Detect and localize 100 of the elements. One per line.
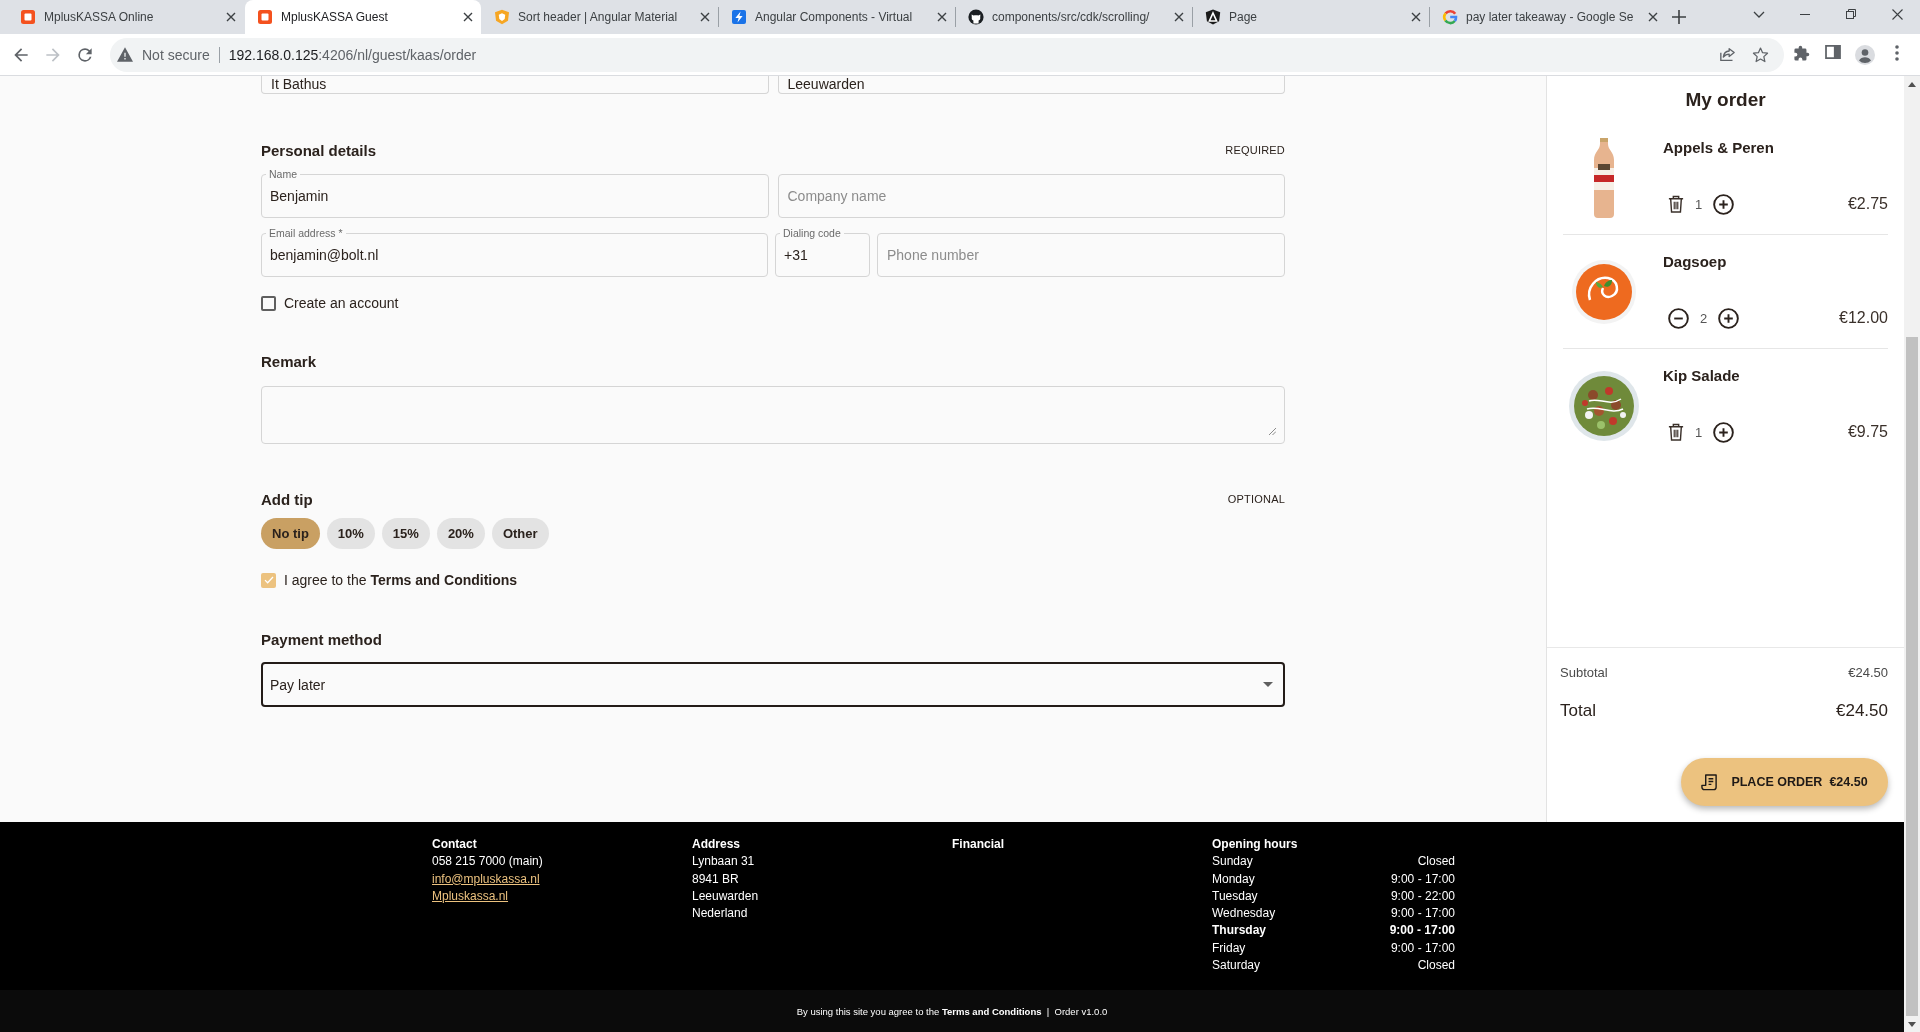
- footer-link[interactable]: info@mpluskassa.nl: [432, 870, 540, 888]
- trash-icon[interactable]: [1668, 423, 1684, 441]
- input-field[interactable]: Email address * benjamin@bolt.nl: [261, 226, 768, 277]
- item-name: Appels & Peren: [1663, 138, 1774, 158]
- field-label: Email address *: [266, 226, 346, 240]
- scroll-up-icon[interactable]: [1908, 81, 1916, 87]
- hours-text: 9:00 - 17:00: [1390, 939, 1455, 957]
- browser-tab[interactable]: pay later takeaway - Google Se: [1430, 0, 1666, 34]
- minimize-icon[interactable]: [1800, 13, 1810, 15]
- close-icon[interactable]: [1174, 12, 1184, 22]
- close-icon[interactable]: [463, 12, 473, 22]
- footer-link[interactable]: Mpluskassa.nl: [432, 887, 509, 906]
- input-field[interactable]: It Bathus: [261, 76, 769, 94]
- checkmark-icon: [263, 576, 274, 584]
- close-icon[interactable]: [226, 12, 236, 22]
- plus-circle-icon[interactable]: [1713, 421, 1735, 443]
- square-logo-icon: [20, 9, 36, 25]
- footer-text: Nederland: [692, 905, 748, 923]
- item-price: €9.75: [1847, 423, 1888, 441]
- close-icon[interactable]: [1891, 8, 1903, 20]
- resize-grip-icon[interactable]: [1268, 427, 1276, 435]
- footer-text: 058 215 7000 (main): [432, 853, 543, 871]
- plus-circle-icon[interactable]: [1713, 193, 1735, 215]
- quantity-text: 2: [1700, 310, 1708, 326]
- browser-tab[interactable]: Sort header | Angular Material: [482, 0, 718, 34]
- input-field[interactable]: Name Benjamin: [261, 167, 769, 218]
- place-order-button[interactable]: PLACE ORDER €24.50: [1681, 758, 1888, 806]
- minus-circle-icon[interactable]: [1668, 307, 1689, 329]
- tip-button[interactable]: 15%: [381, 518, 430, 549]
- chevron-down-icon[interactable]: [1753, 10, 1765, 18]
- total-label: Total: [1560, 701, 1596, 721]
- tip-button[interactable]: Other: [491, 518, 549, 549]
- star-icon[interactable]: [1752, 46, 1769, 63]
- input-field[interactable]: Leeuwarden: [777, 76, 1285, 94]
- item-name: Dagsoep: [1663, 252, 1727, 272]
- tip-button[interactable]: No tip: [261, 518, 320, 549]
- scrollbar[interactable]: [1904, 76, 1920, 1032]
- day-label: Saturday: [1212, 957, 1261, 975]
- scroll-down-icon[interactable]: [1908, 1021, 1916, 1027]
- browser-tab[interactable]: components/src/cdk/scrolling/: [956, 0, 1192, 34]
- address-bar[interactable]: Not secure 192.168.0.125:4206/nl/guest/kaas/order: [110, 37, 1784, 72]
- receipt-icon: [1701, 773, 1719, 791]
- day-label: Wednesday: [1212, 905, 1276, 923]
- checkbox-label: Create an account: [284, 295, 399, 311]
- more-icon[interactable]: [1895, 44, 1899, 61]
- tip-button[interactable]: 20%: [436, 518, 485, 549]
- close-icon[interactable]: [937, 12, 947, 22]
- footer-text: Lynbaan 31: [692, 853, 755, 871]
- subtotal-amount: €24.50: [1848, 664, 1888, 680]
- hours-text: Closed: [1417, 957, 1455, 975]
- bolt-icon: [731, 9, 747, 25]
- side-panel-icon[interactable]: [1825, 44, 1841, 59]
- salad-bowl-image: [1569, 371, 1639, 441]
- total-amount: €24.50: [1836, 701, 1888, 721]
- restore-icon[interactable]: [1846, 9, 1856, 19]
- trash-icon[interactable]: [1668, 195, 1684, 213]
- field-label: Dialing code: [780, 226, 844, 240]
- footer-heading: Contact: [432, 836, 477, 853]
- puzzle-icon[interactable]: [1792, 44, 1810, 62]
- footer-text: Leeuwarden: [692, 887, 759, 905]
- square-logo-icon: [257, 9, 273, 25]
- profile-icon[interactable]: [1855, 44, 1875, 65]
- quantity-text: 1: [1695, 424, 1703, 440]
- quantity-text: 1: [1695, 196, 1703, 212]
- browser-tab[interactable]: Page: [1193, 0, 1429, 34]
- day-label: Tuesday: [1212, 887, 1258, 905]
- close-icon[interactable]: [1411, 12, 1421, 22]
- browser-tab[interactable]: MplusKASSA Online: [8, 0, 244, 34]
- footer-heading: Financial: [952, 836, 1004, 853]
- legal-notice: By using this site you agree to the Terms and Conditions | Order v1.0.0: [796, 1005, 1108, 1017]
- share-icon[interactable]: [1719, 46, 1736, 62]
- checkbox[interactable]: [261, 295, 276, 311]
- new-tab-icon[interactable]: [1672, 10, 1686, 24]
- footer-heading: Address: [692, 836, 741, 853]
- hours-text: 9:00 - 22:00: [1390, 887, 1455, 905]
- dropdown-caret-icon: [1263, 682, 1273, 687]
- section-title: Payment method: [261, 630, 382, 648]
- terms-text: I agree to the Terms and Conditions: [284, 572, 518, 588]
- item-price: €2.75: [1847, 195, 1888, 213]
- textarea-field[interactable]: [261, 386, 1285, 444]
- subtotal-label: Subtotal: [1560, 664, 1608, 680]
- section-tag: REQUIRED: [1225, 144, 1285, 156]
- plus-circle-icon[interactable]: [1718, 307, 1740, 329]
- hours-text: 9:00 - 17:00: [1389, 922, 1455, 940]
- close-icon[interactable]: [700, 12, 710, 22]
- section-title: Personal details: [261, 141, 377, 159]
- payment-select[interactable]: Pay later: [261, 662, 1285, 707]
- close-icon[interactable]: [1648, 12, 1658, 22]
- browser-tab[interactable]: Angular Components - Virtual: [719, 0, 955, 34]
- section-title: Add tip: [261, 490, 313, 508]
- soup-bowl-image: [1572, 259, 1636, 324]
- field-label: Name: [266, 167, 300, 181]
- item-name: Kip Salade: [1663, 366, 1740, 386]
- tip-button[interactable]: 10%: [326, 518, 375, 549]
- hours-text: Closed: [1417, 853, 1455, 871]
- section-tag: OPTIONAL: [1227, 493, 1285, 505]
- input-field[interactable]: Dialing code +31: [775, 226, 870, 277]
- scrollbar-thumb[interactable]: [1906, 337, 1918, 1016]
- section-title: Remark: [261, 352, 317, 370]
- browser-tab[interactable]: MplusKASSA Guest: [245, 0, 481, 34]
